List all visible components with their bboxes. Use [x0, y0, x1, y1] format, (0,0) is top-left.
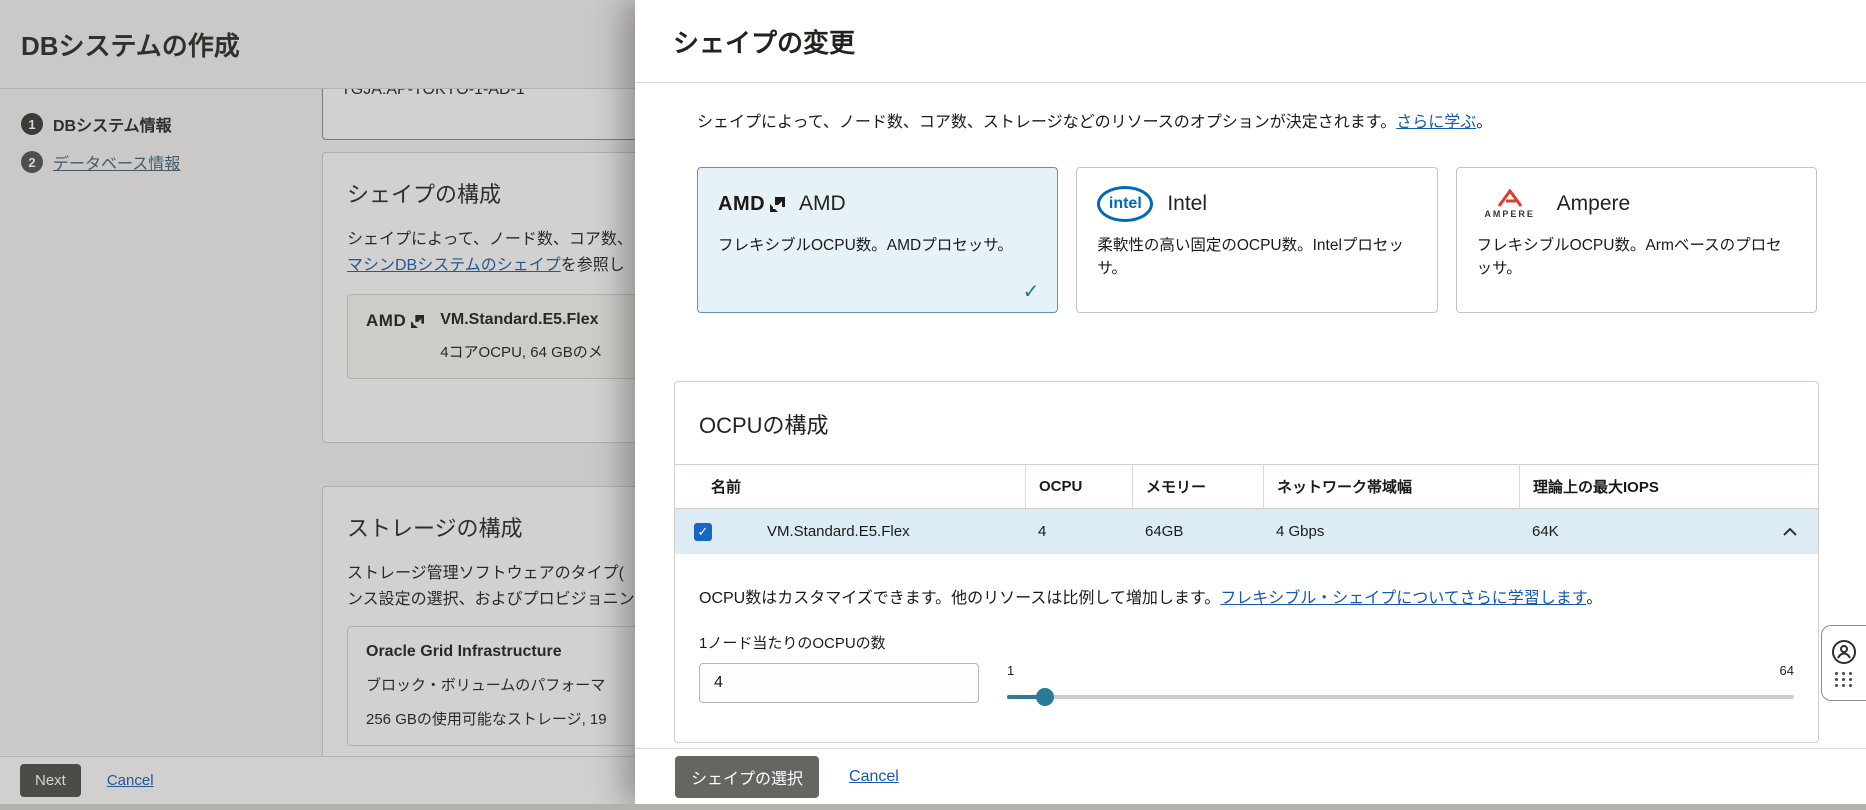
- ocpu-detail-text: OCPU数はカスタマイズできます。他のリソースは比例して増加します。: [699, 590, 1221, 607]
- flexible-shape-link[interactable]: フレキシブル・シェイプについてさらに学習します: [1220, 590, 1586, 607]
- collapse-chevron-icon[interactable]: [1783, 527, 1797, 536]
- panel-intro-text: シェイプによって、ノード数、コア数、ストレージなどのリソースのオプションが決定さ…: [697, 114, 1397, 131]
- shape-card-ampere-desc: フレキシブルOCPU数。Armベースのプロセッサ。: [1476, 237, 1782, 278]
- accessibility-widget[interactable]: [1821, 625, 1866, 701]
- select-shape-button[interactable]: シェイプの選択: [675, 755, 820, 798]
- shape-table-header: 名前 OCPU メモリー ネットワーク帯域幅 理論上の最大IOPS: [675, 464, 1818, 509]
- amd-logo-icon: AMD: [718, 193, 786, 216]
- bottom-strip: [0, 804, 1866, 810]
- drag-handle-dots-icon: [1835, 672, 1853, 687]
- panel-footer: シェイプの選択 Cancel: [635, 748, 1866, 804]
- shape-card-intel-desc: 柔軟性の高い固定のOCPU数。Intelプロセッサ。: [1097, 237, 1404, 278]
- col-header-name: 名前: [711, 479, 742, 496]
- col-header-expand: [1760, 465, 1818, 508]
- row-bandwidth: 4 Gbps: [1276, 523, 1325, 540]
- slider-min-label: 1: [1007, 663, 1015, 678]
- shape-card-ampere[interactable]: AMPERE Ampere フレキシブルOCPU数。Armベースのプロセッサ。: [1455, 167, 1817, 313]
- panel-title: シェイプの変更: [673, 27, 856, 58]
- ocpu-count-input[interactable]: [699, 663, 979, 703]
- shape-series-cards: AMD AMD フレキシブルOCPU数。AMDプロセッサ。 ✓ intel In…: [697, 167, 1817, 313]
- panel-cancel-link[interactable]: Cancel: [849, 768, 899, 786]
- ampere-card-header: AMPERE Ampere: [1477, 184, 1796, 224]
- ocpu-controls: 1 64: [699, 663, 1794, 715]
- ocpu-count-label: 1ノード当たりのOCPUの数: [699, 635, 886, 652]
- shape-card-amd-desc: フレキシブルOCPU数。AMDプロセッサ。: [718, 237, 1013, 254]
- col-header-bandwidth: ネットワーク帯域幅: [1263, 465, 1519, 508]
- slider-handle[interactable]: [1035, 688, 1054, 706]
- shape-card-amd-name: AMD: [799, 192, 846, 215]
- shape-card-ampere-name: Ampere: [1556, 192, 1631, 215]
- change-shape-panel: シェイプの変更 シェイプによって、ノード数、コア数、ストレージなどのリソースのオ…: [635, 0, 1866, 804]
- slider-max-label: 64: [1779, 663, 1794, 678]
- shape-card-intel-name: Intel: [1167, 192, 1208, 215]
- screen: DBシステムの作成 1 DBシステム情報 2 データベース情報 TGJA:AP-…: [0, 0, 1866, 810]
- amd-arrow-icon: [770, 196, 786, 212]
- ocpu-config-title: OCPUの構成: [699, 413, 829, 438]
- intel-card-header: intel Intel: [1097, 184, 1416, 224]
- amd-card-header: AMD AMD: [718, 184, 1037, 224]
- row-ocpu: 4: [1038, 523, 1047, 540]
- row-iops: 64K: [1532, 523, 1559, 540]
- row-shape-name: VM.Standard.E5.Flex: [767, 523, 910, 540]
- panel-header: シェイプの変更: [635, 0, 1866, 83]
- ampere-a-icon: [1497, 189, 1522, 207]
- ampere-logo-icon: AMPERE: [1477, 189, 1543, 219]
- col-header-memory: メモリー: [1132, 465, 1263, 508]
- person-circle-icon: [1832, 640, 1856, 664]
- shape-card-intel[interactable]: intel Intel 柔軟性の高い固定のOCPU数。Intelプロセッサ。: [1076, 167, 1438, 313]
- shape-row-detail: OCPU数はカスタマイズできます。他のリソースは比例して増加します。フレキシブル…: [675, 554, 1818, 715]
- shape-card-amd[interactable]: AMD AMD フレキシブルOCPU数。AMDプロセッサ。 ✓: [697, 167, 1059, 313]
- selected-check-icon: ✓: [1022, 281, 1040, 303]
- intel-logo-icon: intel: [1097, 186, 1154, 222]
- col-header-iops: 理論上の最大IOPS: [1519, 465, 1760, 508]
- col-header-ocpu: OCPU: [1025, 465, 1132, 508]
- slider-track[interactable]: [1007, 688, 1794, 706]
- panel-intro-suffix: 。: [1476, 114, 1493, 131]
- row-checkbox[interactable]: ✓: [694, 522, 712, 541]
- ocpu-slider[interactable]: 1 64: [1007, 663, 1794, 715]
- row-memory: 64GB: [1145, 523, 1184, 540]
- ocpu-config-section: OCPUの構成 名前 OCPU メモリー ネットワーク帯域幅 理論上の最大IOP…: [674, 381, 1819, 743]
- shape-table-row[interactable]: ✓ VM.Standard.E5.Flex 4 64GB 4 Gbps 64K: [675, 509, 1818, 554]
- learn-more-link[interactable]: さらに学ぶ: [1396, 114, 1476, 131]
- ocpu-detail-suffix: 。: [1586, 590, 1603, 607]
- panel-intro: シェイプによって、ノード数、コア数、ストレージなどのリソースのオプションが決定さ…: [697, 108, 1816, 132]
